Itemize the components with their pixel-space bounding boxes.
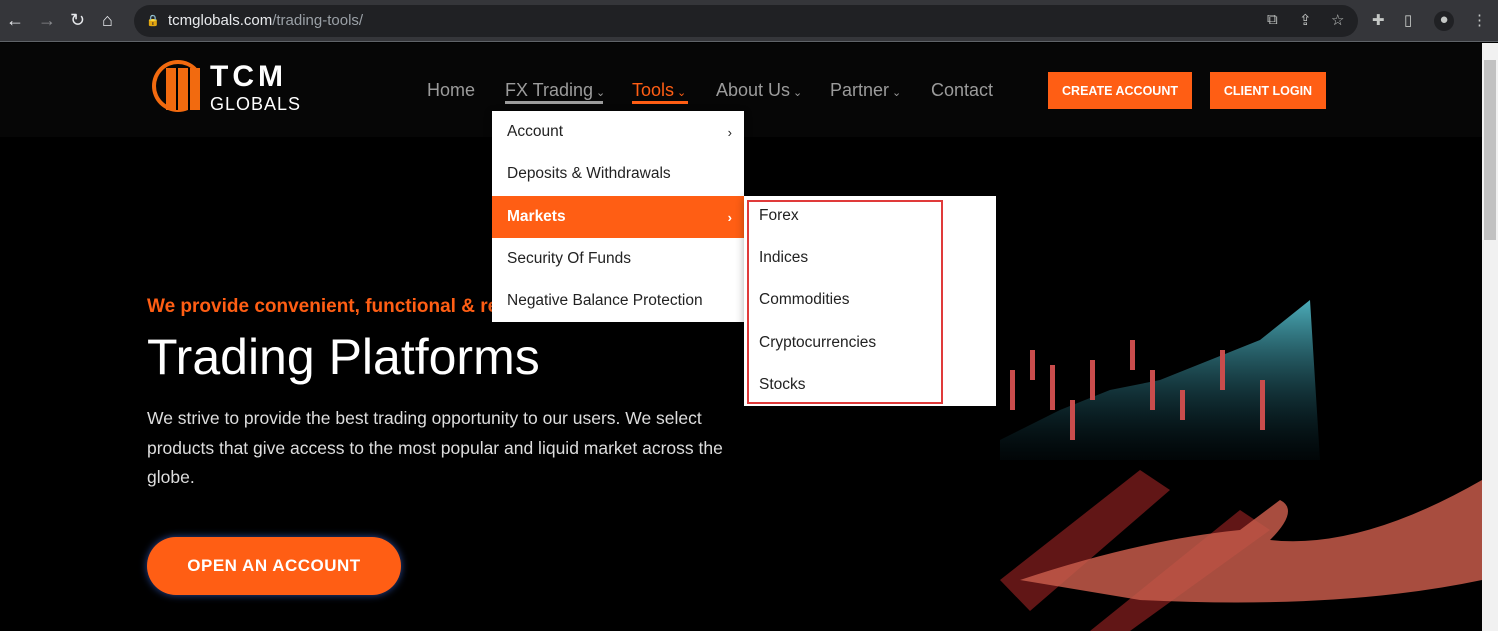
hero-tagline: We provide convenient, functional & re [147, 296, 499, 317]
back-icon[interactable]: ← [6, 9, 24, 31]
nav-label: FX Trading [505, 80, 594, 100]
chevron-down-icon: ⌄ [892, 87, 902, 99]
sidepanel-icon[interactable]: ▯ [1404, 11, 1412, 29]
nav-home[interactable]: Home [427, 80, 475, 101]
logo[interactable]: TCM GLOBALS [152, 58, 302, 118]
menu-item-security-of-funds[interactable]: Security Of Funds [492, 238, 744, 280]
url-text[interactable]: tcmglobals.com/trading-tools/ [168, 12, 363, 29]
hero-chart-illustration [1000, 300, 1482, 631]
extensions-icon[interactable]: ✚ [1372, 11, 1385, 29]
translate-icon[interactable]: ⧉ [1267, 11, 1278, 28]
create-account-button[interactable]: CREATE ACCOUNT [1048, 72, 1192, 109]
nav-tools[interactable]: Tools ⌄ [632, 80, 686, 101]
nav-underline [505, 101, 603, 104]
chevron-right-icon: › [727, 209, 732, 225]
share-icon[interactable]: ⇪ [1299, 11, 1312, 29]
logo-bars-icon [166, 68, 200, 110]
home-icon[interactable]: ⌂ [102, 9, 113, 31]
hero-title: Trading Platforms [147, 329, 540, 385]
reload-icon[interactable]: ↻ [70, 9, 85, 31]
profile-icon[interactable]: ● [1434, 11, 1454, 31]
nav-label: Partner [830, 80, 890, 100]
logo-subtext: GLOBALS [210, 94, 302, 114]
client-login-button[interactable]: CLIENT LOGIN [1210, 72, 1326, 109]
highlight-box [747, 200, 943, 404]
nav-active-underline [632, 101, 688, 104]
nav-label: Tools [632, 80, 675, 100]
menu-item-deposits-withdrawals[interactable]: Deposits & Withdrawals [492, 153, 744, 195]
chevron-right-icon: › [727, 124, 732, 140]
menu-label: Markets [507, 208, 566, 225]
menu-label: Account [507, 123, 564, 140]
logo-text: TCM [210, 60, 287, 93]
scrollbar-thumb[interactable] [1484, 60, 1496, 240]
star-icon[interactable]: ☆ [1331, 11, 1344, 29]
chevron-down-icon: ⌄ [793, 87, 803, 99]
lock-icon[interactable]: 🔒 [146, 14, 160, 27]
menu-item-negative-balance-protection[interactable]: Negative Balance Protection [492, 280, 744, 322]
nav-about-us[interactable]: About Us ⌄ [716, 80, 802, 101]
hero-description: We strive to provide the best trading op… [147, 408, 723, 487]
chevron-down-icon: ⌄ [596, 87, 606, 99]
nav-label: About Us [716, 80, 791, 100]
open-account-button[interactable]: OPEN AN ACCOUNT [147, 537, 401, 595]
browser-toolbar: ← → ↻ ⌂ 🔒 tcmglobals.com/trading-tools/ … [0, 0, 1498, 42]
menu-item-account[interactable]: Account › [492, 111, 744, 153]
nav-partner[interactable]: Partner ⌄ [830, 80, 901, 101]
nav-contact[interactable]: Contact [931, 80, 993, 101]
forward-icon[interactable]: → [38, 9, 56, 31]
url-path: /trading-tools/ [272, 12, 364, 29]
url-domain: tcmglobals.com [168, 12, 273, 29]
menu-item-markets[interactable]: Markets › [492, 196, 744, 238]
area-glow [1000, 300, 1320, 460]
chevron-down-icon: ⌄ [677, 87, 687, 99]
nav-fx-trading[interactable]: FX Trading ⌄ [505, 80, 605, 101]
tools-dropdown: Account › Deposits & Withdrawals Markets ›… [492, 111, 744, 322]
more-icon[interactable]: ⋮ [1472, 11, 1487, 29]
